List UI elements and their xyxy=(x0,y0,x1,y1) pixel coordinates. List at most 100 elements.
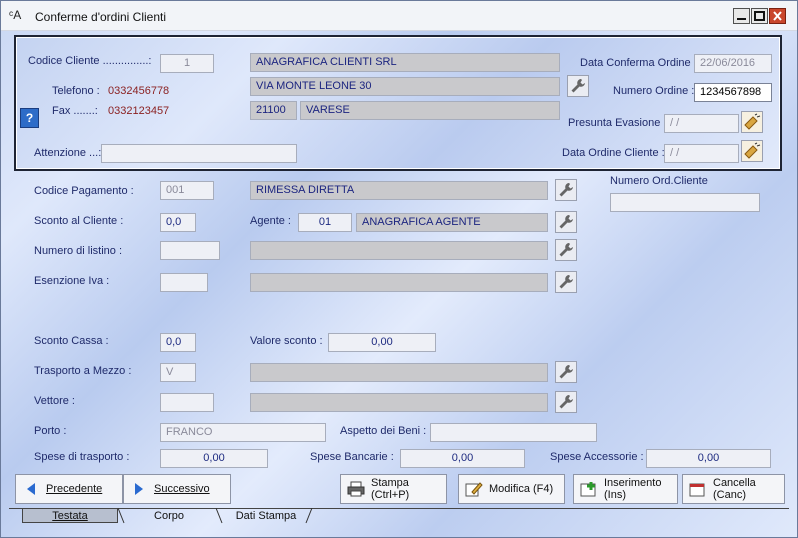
precedente-label: Precedente xyxy=(46,483,103,495)
numero-listino-field[interactable] xyxy=(160,241,220,260)
tab-separators xyxy=(117,508,313,524)
delete-record-icon xyxy=(689,480,707,498)
arrow-left-icon xyxy=(22,480,40,498)
telefono-label: Telefono : xyxy=(52,85,100,97)
maximize-icon xyxy=(754,11,765,21)
aspetto-beni-field[interactable] xyxy=(430,423,597,442)
minimize-button[interactable] xyxy=(733,8,750,24)
indirizzo-field[interactable]: VIA MONTE LEONE 30 xyxy=(250,77,560,96)
sconto-cliente-field[interactable]: 0,0 xyxy=(160,213,196,232)
data-conferma-field[interactable]: 22/06/2016 xyxy=(694,54,772,73)
stampa-button[interactable]: Stampa (Ctrl+P) xyxy=(340,474,447,504)
agente-lookup-button[interactable] xyxy=(555,211,577,233)
wrench-icon xyxy=(559,243,573,257)
minimize-icon xyxy=(737,18,746,20)
stampa-label: Stampa (Ctrl+P) xyxy=(371,477,410,501)
calendar-picker-icon xyxy=(744,142,761,159)
close-icon xyxy=(773,11,782,21)
cancella-button[interactable]: Cancella (Canc) xyxy=(682,474,785,504)
trasporto-field[interactable]: V xyxy=(160,363,196,382)
telefono-value: 0332456778 xyxy=(108,85,170,97)
wrench-icon xyxy=(559,365,573,379)
help-icon[interactable]: ? xyxy=(20,108,39,128)
fax-value: 0332123457 xyxy=(108,105,170,117)
data-ordine-cliente-field[interactable]: / / xyxy=(664,144,739,163)
pagamento-lookup-button[interactable] xyxy=(555,179,577,201)
tab-testata[interactable]: Testata xyxy=(22,509,118,523)
spese-trasporto-label: Spese di trasporto : xyxy=(34,451,130,463)
vettore-desc[interactable] xyxy=(250,393,548,412)
numero-ordine-field[interactable]: 1234567898 xyxy=(694,83,772,102)
agente-desc[interactable]: ANAGRAFICA AGENTE xyxy=(356,213,548,232)
numero-ordine-label: Numero Ordine : xyxy=(613,85,695,97)
cap-field[interactable]: 21100 xyxy=(250,101,297,120)
modifica-label: Modifica (F4) xyxy=(489,483,554,495)
sconto-cassa-field[interactable]: 0,0 xyxy=(160,333,196,352)
esenzione-lookup-button[interactable] xyxy=(555,271,577,293)
customer-lookup-button[interactable] xyxy=(567,75,589,97)
arrow-right-icon xyxy=(130,480,148,498)
esenzione-iva-desc[interactable] xyxy=(250,273,548,292)
presunta-evasione-label: Presunta Evasione : xyxy=(568,117,667,129)
inserimento-label: Inserimento (Ins) xyxy=(604,477,662,501)
calendar-picker-icon xyxy=(744,113,761,130)
valore-sconto-label: Valore sconto : xyxy=(250,335,323,347)
agente-label: Agente : xyxy=(250,215,291,227)
vettore-field[interactable] xyxy=(160,393,214,412)
numero-listino-desc[interactable] xyxy=(250,241,548,260)
codice-pagamento-field[interactable]: 001 xyxy=(160,181,214,200)
aspetto-beni-label: Aspetto dei Beni : xyxy=(340,425,427,437)
wrench-icon xyxy=(559,183,573,197)
citta-field[interactable]: VARESE xyxy=(300,101,560,120)
porto-field[interactable]: FRANCO xyxy=(160,423,326,442)
porto-label: Porto : xyxy=(34,425,67,437)
spese-accessorie-field[interactable]: 0,00 xyxy=(646,449,771,468)
codice-pagamento-desc[interactable]: RIMESSA DIRETTA xyxy=(250,181,548,200)
attenzione-field[interactable] xyxy=(101,144,297,163)
trasporto-lookup-button[interactable] xyxy=(555,361,577,383)
vettore-label: Vettore : xyxy=(34,395,75,407)
valore-sconto-field[interactable]: 0,00 xyxy=(328,333,436,352)
trasporto-label: Trasporto a Mezzo : xyxy=(34,365,132,377)
printer-icon xyxy=(347,480,365,498)
successivo-button[interactable]: Successivo xyxy=(123,474,231,504)
sconto-cliente-label: Sconto al Cliente : xyxy=(34,215,124,227)
spese-trasporto-field[interactable]: 0,00 xyxy=(160,449,268,468)
data-ordine-cliente-label: Data Ordine Cliente : xyxy=(562,147,665,159)
data-ordine-cliente-date-button[interactable] xyxy=(741,140,763,162)
numero-listino-label: Numero di listino : xyxy=(34,245,123,257)
precedente-button[interactable]: Precedente xyxy=(15,474,123,504)
spese-bancarie-field[interactable]: 0,00 xyxy=(400,449,525,468)
window-title: Conferme d'ordini Clienti xyxy=(35,10,167,24)
cancella-label: Cancella (Canc) xyxy=(713,477,756,501)
modifica-button[interactable]: Modifica (F4) xyxy=(458,474,565,504)
spese-bancarie-label: Spese Bancarie : xyxy=(310,451,394,463)
codice-cliente-field[interactable]: 1 xyxy=(160,54,214,73)
codice-pagamento-label: Codice Pagamento : xyxy=(34,185,134,197)
vettore-lookup-button[interactable] xyxy=(555,391,577,413)
spese-accessorie-label: Spese Accessorie : xyxy=(550,451,644,463)
trasporto-desc[interactable] xyxy=(250,363,548,382)
wrench-icon xyxy=(559,215,573,229)
attenzione-label: Attenzione ...: xyxy=(34,147,102,159)
presunta-evasione-field[interactable]: / / xyxy=(664,114,739,133)
edit-icon xyxy=(465,480,483,498)
presunta-evasione-date-button[interactable] xyxy=(741,111,763,133)
add-record-icon xyxy=(580,480,598,498)
numero-ord-cliente-field[interactable] xyxy=(610,193,760,212)
maximize-button[interactable] xyxy=(751,8,768,24)
close-button[interactable] xyxy=(769,8,786,24)
codice-cliente-label: Codice Cliente ...............: xyxy=(28,55,152,67)
esenzione-iva-field[interactable] xyxy=(160,273,208,292)
data-conferma-label: Data Conferma Ordine : xyxy=(580,57,697,69)
agente-field[interactable]: 01 xyxy=(298,213,352,232)
inserimento-button[interactable]: Inserimento (Ins) xyxy=(573,474,678,504)
wrench-icon xyxy=(559,275,573,289)
listino-lookup-button[interactable] xyxy=(555,239,577,261)
wrench-icon xyxy=(571,79,585,93)
app-icon: ᶜA xyxy=(9,8,22,22)
esenzione-iva-label: Esenzione Iva : xyxy=(34,275,110,287)
ragione-sociale-field[interactable]: ANAGRAFICA CLIENTI SRL xyxy=(250,53,560,72)
successivo-label: Successivo xyxy=(154,483,210,495)
fax-label: Fax .......: xyxy=(52,105,98,117)
